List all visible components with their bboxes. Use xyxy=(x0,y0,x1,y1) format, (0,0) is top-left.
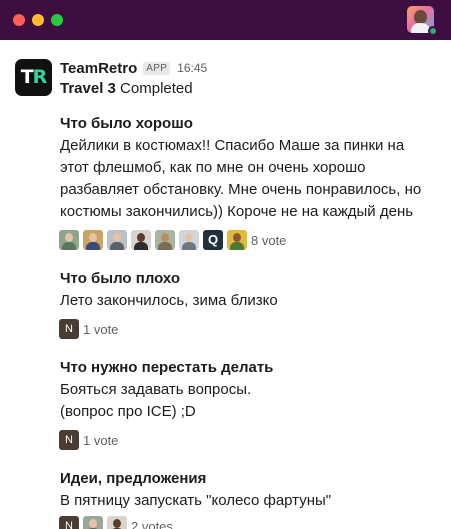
teamretro-app-logo[interactable]: TR xyxy=(15,59,52,96)
voter-avatar[interactable] xyxy=(83,516,103,529)
online-status-icon xyxy=(428,26,438,36)
maximize-window-button[interactable] xyxy=(51,14,63,26)
section-text-line: разбавляет обстановку. Мне очень понрави… xyxy=(60,181,422,198)
voter-avatar[interactable] xyxy=(107,230,127,250)
section-text-line: В пятницу запускать "колесо фартуны" xyxy=(60,492,332,509)
close-window-button[interactable] xyxy=(13,14,25,26)
vote-count: 8 vote xyxy=(251,232,287,248)
voter-avatar[interactable]: N xyxy=(59,430,79,450)
voters-row-stop: N 1 vote xyxy=(59,430,118,450)
message-timestamp[interactable]: 16:45 xyxy=(177,61,207,75)
voter-avatar[interactable]: N xyxy=(59,319,79,339)
window-titlebar xyxy=(0,0,451,40)
sender-name[interactable]: TeamRetro xyxy=(60,60,137,77)
voters-row-good: Q 8 vote xyxy=(59,230,286,250)
voter-avatar[interactable]: Q xyxy=(203,230,223,250)
voter-avatar[interactable] xyxy=(155,230,175,250)
vote-count: 1 vote xyxy=(83,432,119,448)
section-title-good: Что было хорошо xyxy=(60,115,193,132)
section-text-line: Бояться задавать вопросы. xyxy=(60,381,252,398)
section-text-line: (вопрос про ICE) ;D xyxy=(60,403,196,420)
voter-avatar[interactable]: N xyxy=(59,516,79,529)
section-title-ideas: Идеи, предложения xyxy=(60,470,207,487)
voter-avatar[interactable] xyxy=(131,230,151,250)
voter-avatar[interactable] xyxy=(179,230,199,250)
voter-avatar[interactable] xyxy=(227,230,247,250)
app-badge: APP xyxy=(143,61,171,75)
message-subtitle: Travel 3 Completed xyxy=(60,80,193,97)
section-title-bad: Что было плохо xyxy=(60,270,181,287)
voter-avatar[interactable] xyxy=(83,230,103,250)
section-title-stop: Что нужно перестать делать xyxy=(60,359,274,376)
voters-row-bad: N 1 vote xyxy=(59,319,118,339)
vote-count: 2 votes xyxy=(131,518,173,529)
section-text-line: костюмы закончились)) Короче не на кажды… xyxy=(60,203,414,220)
section-text-line: этот флешмоб, как по мне он очень хорошо xyxy=(60,159,366,176)
voter-avatar[interactable] xyxy=(107,516,127,529)
message-header: TeamRetro APP 16:45 xyxy=(60,58,207,78)
section-text-line: Лето закончилось, зима близко xyxy=(60,292,278,309)
section-text-line: Дейлики в костюмах!! Спасибо Маше за пин… xyxy=(60,137,405,154)
voters-row-ideas: N 2 votes xyxy=(59,516,173,529)
voter-avatar[interactable] xyxy=(59,230,79,250)
vote-count: 1 vote xyxy=(83,321,119,337)
minimize-window-button[interactable] xyxy=(32,14,44,26)
